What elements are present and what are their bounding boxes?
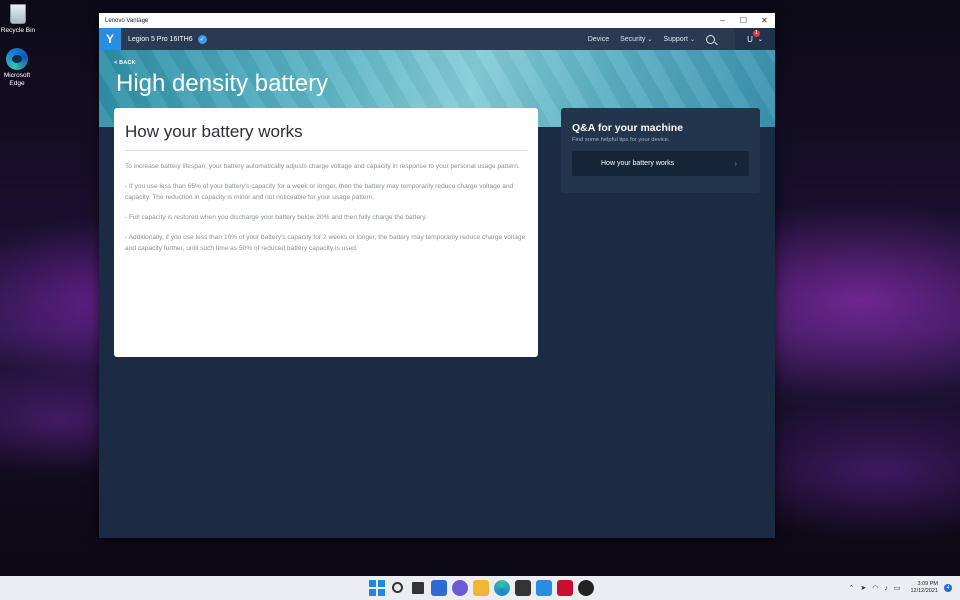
file-explorer-icon[interactable] — [473, 580, 489, 596]
minimize-button[interactable]: – — [712, 13, 733, 28]
search-icon[interactable] — [706, 34, 715, 44]
notification-badge: 1 — [753, 30, 760, 37]
window-title: Lenovo Vantage — [105, 17, 149, 24]
card-paragraph: - If you use less than 65% of your batte… — [125, 183, 514, 201]
nav-support[interactable]: Support ⌄ — [663, 36, 695, 43]
clock-time: 3:09 PM — [917, 581, 938, 587]
clock-date: 12/12/2021 — [910, 588, 938, 594]
nav-label: Device — [587, 35, 610, 43]
device-name-label: Legion 5 Pro 16ITH6 — [128, 35, 193, 43]
taskbar: ⌃ ➤ ◠ ♪ ▭ 3:09 PM 12/12/2021 4 — [0, 576, 960, 600]
maximize-button[interactable]: ☐ — [733, 13, 754, 28]
qa-panel: Q&A for your machine Find some helpful t… — [561, 108, 760, 193]
taskbar-apps — [369, 580, 594, 596]
search-icon[interactable] — [392, 582, 403, 593]
recycle-bin-icon — [10, 4, 26, 24]
clock[interactable]: 3:09 PM 12/12/2021 — [910, 581, 938, 595]
chevron-right-icon: › — [734, 159, 737, 168]
xbox-icon[interactable] — [578, 580, 594, 596]
chevron-up-icon[interactable]: ⌃ — [848, 584, 854, 592]
card-title: How your battery works — [125, 122, 527, 151]
card-body: To increase battery lifespan, your batte… — [125, 161, 527, 254]
card-paragraph: - Additionally, if you use less than 10%… — [125, 234, 526, 252]
qa-subtitle: Find some helpful tips for your device. — [572, 137, 670, 143]
notification-center-badge[interactable]: 4 — [944, 584, 952, 592]
wifi-icon[interactable]: ◠ — [872, 584, 878, 592]
store-icon[interactable] — [515, 580, 531, 596]
nav-label: Support — [663, 35, 688, 43]
start-icon[interactable] — [369, 580, 385, 596]
qa-title: Q&A for your machine — [572, 122, 684, 134]
verified-check-icon: ✓ — [197, 34, 207, 44]
user-menu[interactable]: U 1 ⌄ — [735, 28, 775, 50]
window-titlebar[interactable]: Lenovo Vantage – ☐ ✕ — [99, 13, 775, 28]
back-link[interactable]: < BACK — [114, 60, 136, 66]
desktop-icon-recycle-bin[interactable]: Recycle Bin — [0, 4, 38, 35]
mcafee-icon[interactable] — [557, 580, 573, 596]
location-icon[interactable]: ➤ — [860, 584, 866, 592]
chevron-down-icon: ⌄ — [647, 36, 653, 43]
widgets-icon[interactable] — [431, 580, 447, 596]
card-paragraph: To increase battery lifespan, your batte… — [125, 163, 520, 170]
app-navbar: Y Legion 5 Pro 16ITH6 ✓ Device Security … — [99, 28, 775, 50]
chat-icon[interactable] — [452, 580, 468, 596]
nav-label: Security — [620, 35, 646, 43]
vantage-logo-icon[interactable]: Y — [99, 28, 121, 50]
nav-security[interactable]: Security ⌄ — [620, 36, 652, 43]
qa-item-label: How your battery works — [601, 160, 675, 167]
chevron-down-icon: ⌄ — [757, 36, 763, 43]
battery-info-card: How your battery works To increase batte… — [114, 108, 538, 357]
task-view-icon[interactable] — [412, 582, 424, 594]
card-paragraph: - Full capacity is restored when you dis… — [125, 214, 427, 221]
battery-icon[interactable]: ▭ — [894, 584, 901, 592]
qa-item-battery[interactable]: How your battery works › — [572, 151, 749, 176]
lenovo-vantage-icon[interactable] — [536, 580, 552, 596]
device-name[interactable]: Legion 5 Pro 16ITH6 ✓ — [128, 34, 207, 44]
close-button[interactable]: ✕ — [754, 13, 775, 28]
desktop-icon-edge[interactable]: Microsoft Edge — [0, 48, 37, 88]
system-tray: ⌃ ➤ ◠ ♪ ▭ 3:09 PM 12/12/2021 4 — [848, 576, 952, 600]
edge-icon[interactable] — [494, 580, 510, 596]
desktop-icon-label: Microsoft Edge — [3, 72, 31, 87]
page-title: High density battery — [116, 70, 329, 97]
app-window: Lenovo Vantage – ☐ ✕ Y Legion 5 Pro 16IT… — [99, 13, 775, 538]
edge-icon — [6, 48, 28, 70]
volume-icon[interactable]: ♪ — [884, 585, 888, 592]
avatar: U — [747, 34, 753, 44]
nav-device[interactable]: Device — [588, 36, 609, 43]
desktop-icon-label: Recycle Bin — [0, 27, 36, 34]
chevron-down-icon: ⌄ — [689, 36, 695, 43]
